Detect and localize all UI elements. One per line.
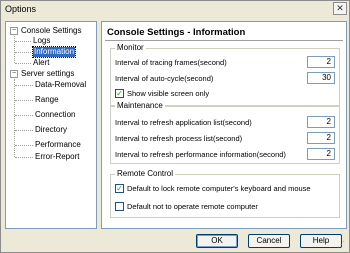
lock-keyboard-checkbox[interactable]: ✓ bbox=[115, 184, 124, 193]
window-title: Options bbox=[5, 4, 37, 14]
perf-info-interval-field[interactable]: 2 bbox=[307, 148, 335, 160]
settings-tree[interactable]: − Console Settings Logs Information Aler… bbox=[5, 21, 97, 229]
options-window: Options ✕ − Console Settings Logs Inform… bbox=[0, 0, 350, 253]
process-list-interval-label: Interval to refresh process list(second) bbox=[115, 134, 243, 143]
expander-server-settings[interactable]: − bbox=[10, 70, 18, 78]
remote-control-group-title: Remote Control bbox=[115, 169, 176, 178]
tree-node-console-settings[interactable]: Console Settings bbox=[21, 26, 81, 36]
settings-panel: Console Settings - Information Monitor I… bbox=[101, 21, 347, 229]
title-bar: Options ✕ bbox=[1, 1, 349, 17]
app-list-interval-field[interactable]: 2 bbox=[307, 116, 335, 128]
tree-node-information[interactable]: Information bbox=[31, 46, 77, 58]
remote-control-group: Remote Control ✓ Default to lock remote … bbox=[110, 169, 340, 218]
close-button[interactable]: ✕ bbox=[333, 2, 347, 15]
tree-node-range[interactable]: Range bbox=[35, 95, 59, 105]
process-list-interval-field[interactable]: 2 bbox=[307, 132, 335, 144]
panel-title: Console Settings - Information bbox=[107, 27, 246, 38]
maintenance-group-title: Maintenance bbox=[115, 101, 165, 110]
tree-line bbox=[15, 130, 33, 131]
tree-line bbox=[15, 157, 33, 158]
autocycle-interval-field[interactable]: 30 bbox=[307, 72, 335, 84]
tree-node-server-settings[interactable]: Server settings bbox=[21, 69, 74, 79]
tree-line bbox=[15, 85, 33, 86]
lock-keyboard-label: Default to lock remote computer's keyboa… bbox=[127, 184, 311, 193]
no-operate-checkbox[interactable] bbox=[115, 202, 124, 211]
tree-node-performance[interactable]: Performance bbox=[35, 140, 81, 150]
tree-node-error-report[interactable]: Error-Report bbox=[35, 152, 79, 162]
tracing-interval-field[interactable]: 2 bbox=[307, 56, 335, 68]
tracing-interval-label: Interval of tracing frames(second) bbox=[115, 58, 227, 67]
monitor-group: Monitor Interval of tracing frames(secon… bbox=[110, 43, 340, 106]
app-list-interval-label: Interval to refresh application list(sec… bbox=[115, 118, 252, 127]
panel-header: Console Settings - Information bbox=[105, 25, 343, 41]
tree-node-logs[interactable]: Logs bbox=[33, 36, 50, 46]
ok-button[interactable]: OK bbox=[196, 234, 238, 248]
cancel-button[interactable]: Cancel bbox=[248, 234, 290, 248]
expander-console-settings[interactable]: − bbox=[10, 27, 18, 35]
resize-grip-icon[interactable]: ⋰ bbox=[337, 240, 347, 250]
maintenance-group: Maintenance Interval to refresh applicat… bbox=[110, 101, 340, 164]
no-operate-label: Default not to operate remote computer bbox=[127, 202, 258, 211]
tree-line bbox=[15, 115, 33, 116]
tree-node-directory[interactable]: Directory bbox=[35, 125, 67, 135]
tree-line bbox=[15, 145, 33, 146]
tree-line bbox=[15, 41, 31, 42]
tree-line bbox=[15, 52, 31, 53]
tree-node-data-removal[interactable]: Data-Removal bbox=[35, 80, 86, 90]
show-visible-checkbox[interactable]: ✓ bbox=[115, 89, 124, 98]
tree-line bbox=[15, 100, 33, 101]
autocycle-interval-label: Interval of auto-cycle(second) bbox=[115, 74, 214, 83]
show-visible-label: Show visible screen only bbox=[127, 89, 210, 98]
help-button[interactable]: Help bbox=[300, 234, 342, 248]
perf-info-interval-label: Interval to refresh performance informat… bbox=[115, 150, 286, 159]
tree-node-alert[interactable]: Alert bbox=[33, 58, 49, 68]
tree-node-connection[interactable]: Connection bbox=[35, 110, 75, 120]
monitor-group-title: Monitor bbox=[115, 43, 146, 52]
tree-line bbox=[15, 63, 31, 64]
